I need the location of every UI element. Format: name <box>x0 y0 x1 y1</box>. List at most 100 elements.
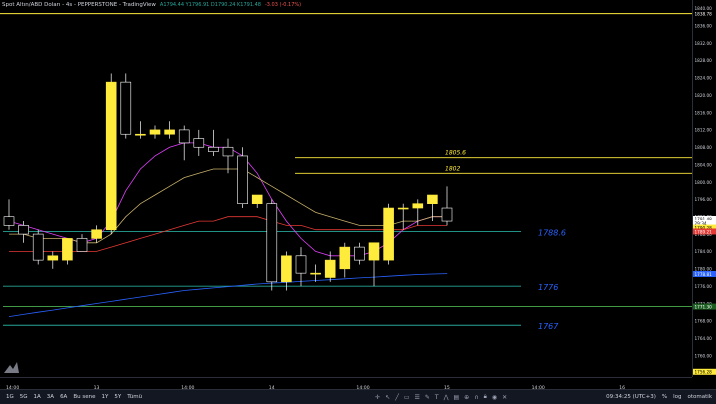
timeframe-0[interactable]: 1G <box>3 394 17 400</box>
zoom-icon[interactable]: ⊕ <box>464 394 469 401</box>
hline-label-3: 1788.6 <box>538 228 566 237</box>
chart-legend: Spot Altın/ABD Doları - 4s - PEPPERSTONE… <box>2 2 301 8</box>
tradingview-logo-icon <box>4 362 19 373</box>
price-tick-1: 1836.00 <box>695 24 713 29</box>
price-axis[interactable]: 1840.00 1836.00 1832.00 1828.00 1824.00 1820.… <box>693 0 716 377</box>
candle <box>251 194 263 209</box>
candle-body <box>368 242 380 261</box>
price-tick-3: 1828.00 <box>695 58 713 63</box>
timeframe-5[interactable]: Bu sene <box>70 394 98 400</box>
price-tick-2: 1832.00 <box>695 41 713 46</box>
candlestick-chart[interactable]: 1805.6 1802 1788.6 1776 1767 <box>0 0 692 377</box>
auto-toggle[interactable]: otomatik <box>688 394 712 400</box>
timeframe-1[interactable]: 5G <box>17 394 31 400</box>
candle <box>427 194 438 222</box>
price-tick-10: 1800.00 <box>695 180 713 185</box>
candle <box>222 138 234 174</box>
timeframe-7[interactable]: 5Y <box>111 394 124 400</box>
price-tick-0: 1840.00 <box>695 6 713 11</box>
candle <box>383 203 394 265</box>
candle <box>76 234 88 252</box>
brush-icon[interactable]: ✎ <box>425 394 430 401</box>
price-badge-label-7: 1756.28 <box>695 370 713 375</box>
cursor-icon[interactable]: ↖ <box>385 394 390 401</box>
candle-body <box>76 238 88 252</box>
candle <box>164 121 175 139</box>
candle-body <box>120 81 132 135</box>
candle-body <box>18 225 29 235</box>
candle-body <box>91 229 102 239</box>
clock[interactable]: 09:34:25 (UTC+3) <box>606 394 656 400</box>
candle-body <box>397 207 409 210</box>
price-tick-9: 1804.00 <box>695 162 713 167</box>
candle <box>105 73 117 235</box>
price-tick-19: 1764.00 <box>695 336 713 341</box>
price-tick-7: 1812.00 <box>695 128 713 133</box>
candles <box>3 73 453 291</box>
candle <box>178 125 190 161</box>
candle-body <box>295 255 307 274</box>
candle <box>310 264 321 282</box>
rectangle-icon[interactable]: ▭ <box>404 394 410 401</box>
timeframe-3[interactable]: 3A <box>44 394 57 400</box>
candle-body <box>32 233 44 261</box>
log-toggle[interactable]: log <box>673 394 681 400</box>
candle-body <box>105 81 117 231</box>
price-tick-4: 1824.00 <box>695 76 713 81</box>
price-badge-label-4: 1789.21 <box>695 229 713 234</box>
chart-area[interactable]: 1805.6 1802 1788.6 1776 1767 Spot Altın/ABD … <box>0 0 692 377</box>
ruler-icon[interactable]: ▤ <box>454 394 460 401</box>
hline-label-1: 1805.6 <box>445 150 466 157</box>
text-icon[interactable]: T <box>435 394 439 401</box>
candle <box>47 251 59 269</box>
candle <box>295 247 307 287</box>
candle <box>208 129 219 156</box>
percent-toggle[interactable]: % <box>662 394 667 400</box>
candle-body <box>412 203 424 209</box>
ma-line-3 <box>8 273 448 317</box>
candle-body <box>164 129 175 135</box>
trendline-icon[interactable]: ╱ <box>395 394 399 401</box>
candle <box>397 203 409 230</box>
timeframe-2[interactable]: 1A <box>31 394 44 400</box>
candle-body <box>149 129 161 135</box>
hline-label-2: 1802 <box>445 165 460 172</box>
candle-body <box>47 255 59 261</box>
price-tick-5: 1820.00 <box>695 93 713 98</box>
candle <box>266 199 278 291</box>
price-scale[interactable]: 1840.00 1836.00 1832.00 1828.00 1824.00 1820.… <box>692 0 716 377</box>
candle <box>339 242 351 278</box>
timeframe-6[interactable]: 1Y <box>98 394 111 400</box>
lock-icon[interactable]: 🔒︎ <box>484 393 487 401</box>
candle-body <box>237 155 248 204</box>
candle-body <box>281 255 292 283</box>
candle-body <box>383 207 394 261</box>
price-tick-20: 1760.00 <box>695 353 713 358</box>
candle <box>237 147 248 209</box>
eye-icon[interactable]: ◉ <box>492 394 497 401</box>
candle-body <box>339 246 351 270</box>
hline-label-6: 1767 <box>538 322 559 331</box>
fib-icon[interactable]: ☰ <box>414 394 419 401</box>
price-change: -3.03 (-0.17%) <box>264 2 302 8</box>
candle <box>91 225 102 243</box>
price-badge-label-0: 1838.78 <box>695 11 713 16</box>
price-tick-16: 1776.00 <box>695 284 713 289</box>
magnet-icon[interactable]: ∩ <box>474 394 478 401</box>
pattern-icon[interactable]: ⋀ <box>444 394 449 401</box>
candle-body <box>354 246 365 261</box>
bottom-toolbar: 1G 5G 1A 3A 6A Bu sene 1Y 5Y Tümü ✛ ↖ ╱ ▭ ☰ ✎ T … <box>0 389 716 404</box>
candle-body <box>324 259 336 278</box>
timeframe-8[interactable]: Tümü <box>124 394 145 400</box>
price-tick-18: 1768.00 <box>695 319 713 324</box>
price-tick-6: 1816.00 <box>695 110 713 115</box>
timeframe-4[interactable]: 6A <box>57 394 70 400</box>
trash-icon[interactable]: ✕ <box>502 394 507 401</box>
candle <box>368 242 380 287</box>
candle-body <box>3 216 15 226</box>
candle <box>441 186 453 226</box>
crosshair-icon[interactable]: ✛ <box>375 394 380 401</box>
ma-line-2 <box>9 216 447 252</box>
candle-body <box>427 194 438 204</box>
symbol-title[interactable]: Spot Altın/ABD Doları - 4s - PEPPERSTONE… <box>2 2 156 8</box>
